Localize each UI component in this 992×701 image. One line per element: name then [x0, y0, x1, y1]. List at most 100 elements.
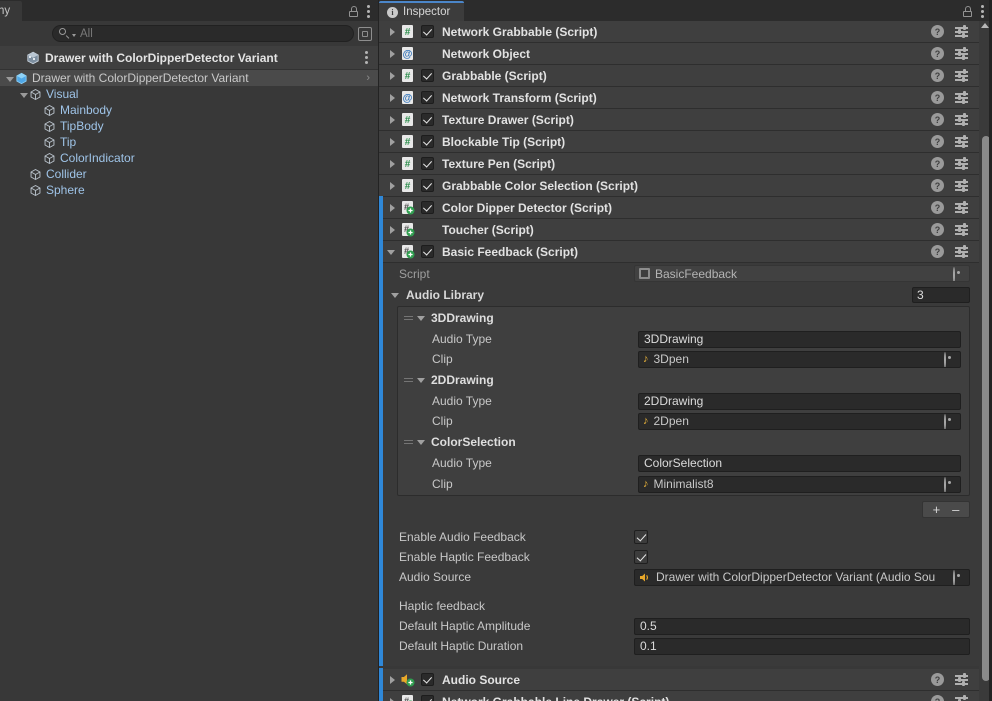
help-icon[interactable]: ?	[931, 157, 944, 170]
foldout-arrow-icon[interactable]	[417, 437, 427, 447]
drag-handle-icon[interactable]	[404, 376, 413, 385]
preset-icon[interactable]	[955, 47, 968, 60]
foldout-arrow-icon[interactable]	[387, 675, 397, 685]
preset-icon[interactable]	[955, 695, 968, 701]
component-enabled-checkbox[interactable]	[421, 91, 434, 104]
default-haptic-amplitude-input[interactable]: 0.5	[634, 617, 970, 635]
component-enabled-checkbox[interactable]	[421, 135, 434, 148]
clip-object-field[interactable]: ♪ Minimalist8	[638, 475, 961, 493]
audio-type-input[interactable]: 2DDrawing	[638, 392, 961, 410]
preset-icon[interactable]	[955, 69, 968, 82]
help-icon[interactable]: ?	[931, 245, 944, 258]
foldout-arrow-icon[interactable]	[387, 27, 397, 37]
list-item-header[interactable]: 2DDrawing	[398, 369, 969, 391]
clip-object-field[interactable]: ♪ 3Dpen	[638, 350, 961, 368]
search-input[interactable]: All	[52, 25, 354, 42]
component-header-grabbable-color-selection[interactable]: # Grabbable Color Selection (Script) ?	[379, 175, 992, 197]
expand-icon[interactable]	[358, 26, 372, 41]
foldout-arrow-icon[interactable]	[387, 203, 397, 213]
foldout-arrow-icon[interactable]	[18, 89, 29, 100]
audio-type-input[interactable]: 3DDrawing	[638, 330, 961, 348]
help-icon[interactable]: ?	[931, 695, 944, 701]
help-icon[interactable]: ?	[931, 113, 944, 126]
audio-library-foldout-row[interactable]: Audio Library 3	[379, 284, 992, 306]
component-enabled-checkbox[interactable]	[421, 157, 434, 170]
audio-library-size-field[interactable]: 3	[912, 287, 970, 303]
default-haptic-duration-input[interactable]: 0.1	[634, 637, 970, 655]
foldout-arrow-icon[interactable]	[387, 93, 397, 103]
hierarchy-row-mainbody[interactable]: Mainbody	[0, 102, 378, 118]
object-picker-icon[interactable]	[953, 570, 965, 585]
foldout-arrow-icon[interactable]	[387, 181, 397, 191]
foldout-arrow-icon[interactable]	[387, 247, 397, 257]
foldout-arrow-icon[interactable]	[417, 375, 427, 385]
preset-icon[interactable]	[955, 201, 968, 214]
component-header-basic-feedback[interactable]: # Basic Feedback (Script) ?	[379, 240, 992, 263]
foldout-arrow-icon[interactable]	[387, 115, 397, 125]
enable-audio-feedback-checkbox[interactable]	[634, 530, 648, 544]
preset-icon[interactable]	[955, 135, 968, 148]
remove-item-button[interactable]: –	[946, 503, 965, 516]
foldout-arrow-icon[interactable]	[387, 159, 397, 169]
clip-object-field[interactable]: ♪ 2Dpen	[638, 412, 961, 430]
help-icon[interactable]: ?	[931, 69, 944, 82]
drag-handle-icon[interactable]	[404, 314, 413, 323]
component-enabled-checkbox[interactable]	[421, 69, 434, 82]
hierarchy-row-visual[interactable]: Visual	[0, 86, 378, 102]
component-header-network-grabbable-line-drawer[interactable]: # Network Grabbable Line Drawer (Script)…	[379, 690, 992, 701]
prefab-kebab-menu-icon[interactable]	[365, 51, 368, 64]
help-icon[interactable]: ?	[931, 47, 944, 60]
component-enabled-checkbox[interactable]	[421, 201, 434, 214]
preset-icon[interactable]	[955, 157, 968, 170]
help-icon[interactable]: ?	[931, 673, 944, 686]
list-item-header[interactable]: 3DDrawing	[398, 307, 969, 329]
foldout-arrow-icon[interactable]	[387, 71, 397, 81]
audio-type-input[interactable]: ColorSelection	[638, 454, 961, 472]
component-enabled-checkbox[interactable]	[421, 673, 434, 686]
kebab-menu-icon[interactable]	[981, 5, 984, 18]
prefab-open-chevron-icon[interactable]: ›	[366, 72, 370, 84]
hierarchy-row-sphere[interactable]: Sphere	[0, 182, 378, 198]
help-icon[interactable]: ?	[931, 25, 944, 38]
component-header-network-grabbable[interactable]: # Network Grabbable (Script) ?	[379, 21, 992, 43]
foldout-arrow-icon[interactable]	[417, 313, 427, 323]
chevron-down-icon[interactable]	[72, 33, 76, 37]
component-header-color-dipper-detector[interactable]: # Color Dipper Detector (Script) ?	[379, 196, 992, 219]
object-picker-icon[interactable]	[944, 414, 956, 429]
list-item-header[interactable]: ColorSelection	[398, 431, 969, 453]
hierarchy-row-root[interactable]: Drawer with ColorDipperDetector Variant …	[0, 70, 378, 86]
lock-icon[interactable]	[963, 6, 972, 17]
component-header-texture-drawer[interactable]: # Texture Drawer (Script) ?	[379, 109, 992, 131]
object-picker-icon[interactable]	[944, 477, 956, 492]
enable-haptic-feedback-checkbox[interactable]	[634, 550, 648, 564]
hierarchy-row-tipbody[interactable]: TipBody	[0, 118, 378, 134]
help-icon[interactable]: ?	[931, 201, 944, 214]
component-header-audio-source[interactable]: Audio Source ?	[379, 668, 992, 691]
object-picker-icon[interactable]	[944, 352, 956, 367]
component-header-texture-pen[interactable]: # Texture Pen (Script) ?	[379, 153, 992, 175]
component-header-network-object[interactable]: @ Network Object ?	[379, 43, 992, 65]
help-icon[interactable]: ?	[931, 135, 944, 148]
component-enabled-checkbox[interactable]	[421, 113, 434, 126]
preset-icon[interactable]	[955, 25, 968, 38]
help-icon[interactable]: ?	[931, 91, 944, 104]
kebab-menu-icon[interactable]	[367, 5, 370, 18]
lock-icon[interactable]	[349, 6, 358, 17]
foldout-arrow-icon[interactable]	[387, 137, 397, 147]
foldout-arrow-icon[interactable]	[387, 225, 397, 235]
preset-icon[interactable]	[955, 113, 968, 126]
component-header-grabbable[interactable]: # Grabbable (Script) ?	[379, 65, 992, 87]
component-enabled-checkbox[interactable]	[421, 179, 434, 192]
hierarchy-row-colorindicator[interactable]: ColorIndicator	[0, 150, 378, 166]
foldout-arrow-icon[interactable]	[387, 49, 397, 59]
preset-icon[interactable]	[955, 245, 968, 258]
tab-hierarchy[interactable]: archy	[0, 1, 23, 21]
tab-inspector[interactable]: i Inspector	[379, 1, 465, 21]
help-icon[interactable]: ?	[931, 223, 944, 236]
preset-icon[interactable]	[955, 91, 968, 104]
scroll-up-arrow-icon[interactable]	[981, 23, 989, 28]
component-enabled-checkbox[interactable]	[421, 695, 434, 701]
hierarchy-row-collider[interactable]: Collider	[0, 166, 378, 182]
component-enabled-checkbox[interactable]	[421, 245, 434, 258]
preset-icon[interactable]	[955, 179, 968, 192]
